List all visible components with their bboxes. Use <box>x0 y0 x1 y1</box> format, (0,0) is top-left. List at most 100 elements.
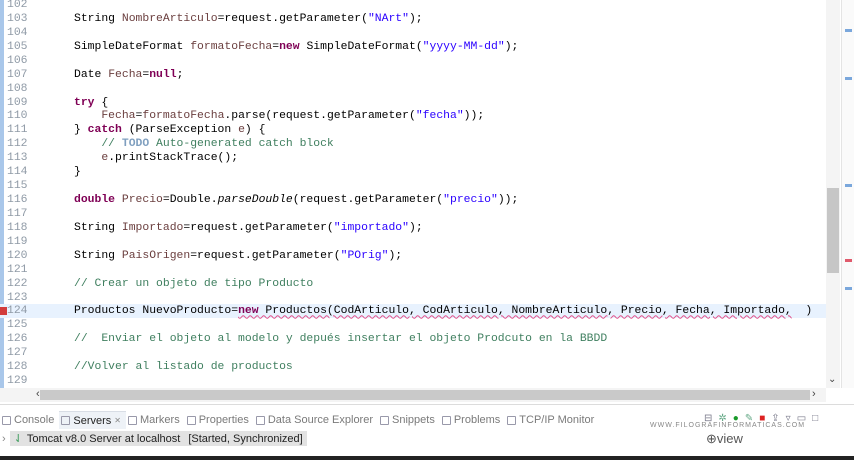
line-number: 126 <box>7 333 28 346</box>
code-token: // <box>74 138 122 151</box>
horizontal-scroll-thumb[interactable] <box>40 390 810 400</box>
code-line[interactable]: 118 String Importado=request.getParameter… <box>0 221 826 235</box>
code-line[interactable]: 124 Productos NuevoProducto=new Productos… <box>0 304 826 319</box>
code-token: PaisOrigen <box>121 249 191 262</box>
vertical-scrollbar[interactable]: ⌄ <box>826 0 840 388</box>
code-token: Importado <box>121 221 184 234</box>
horizontal-scrollbar[interactable]: ‹ › <box>0 388 826 402</box>
code-text: SimpleDateFormat formatoFecha=new Simple… <box>74 40 518 54</box>
code-token: String <box>74 221 122 234</box>
code-token: SimpleDateFormat <box>74 40 191 53</box>
code-line[interactable]: 125 <box>0 318 826 332</box>
code-text: Date Fecha=null; <box>74 68 183 82</box>
markers-icon <box>127 415 137 425</box>
expand-icon[interactable]: › <box>2 433 6 445</box>
tomcat-icon: ⇃ <box>13 433 23 445</box>
error-marker[interactable] <box>845 259 852 262</box>
line-number: 107 <box>7 68 28 81</box>
line-number: 103 <box>7 12 28 25</box>
code-line[interactable]: 117 <box>0 207 826 221</box>
code-token: // Crear un objeto de tipo Producto <box>74 277 314 290</box>
close-icon[interactable]: ✕ <box>114 416 121 425</box>
tab-data-source-explorer[interactable]: Data Source Explorer <box>254 411 378 429</box>
code-line[interactable]: 121 <box>0 263 826 277</box>
code-text: String NombreArticulo=request.getParamet… <box>74 12 423 26</box>
problems-icon <box>441 415 451 425</box>
code-line[interactable]: 106 <box>0 54 826 68</box>
code-token: =request.getParameter( <box>190 249 341 262</box>
code-token: Auto-generated catch block <box>149 138 334 151</box>
server-status: [Started, Synchronized] <box>188 432 303 445</box>
code-token: )); <box>497 194 519 207</box>
code-text: } catch (ParseException e) { <box>74 123 265 137</box>
code-line[interactable]: 110 Fecha=formatoFecha.parse(request.get… <box>0 109 826 123</box>
tab-label: Markers <box>139 414 180 426</box>
code-line[interactable]: 129 <box>0 374 826 388</box>
tab-label: Properties <box>198 414 249 426</box>
code-token: parseDouble <box>217 194 293 207</box>
code-line[interactable]: 102 <box>0 0 826 12</box>
code-line[interactable]: 111} catch (ParseException e) { <box>0 123 826 137</box>
tab-properties[interactable]: Properties <box>185 411 254 429</box>
vertical-scroll-thumb[interactable] <box>827 188 839 273</box>
code-line[interactable]: 104 <box>0 26 826 40</box>
code-line[interactable]: 120 String PaisOrigen=request.getParamete… <box>0 249 826 263</box>
code-token: Fecha <box>101 110 136 123</box>
code-line[interactable]: 128 //Volver al listado de productos <box>0 360 826 374</box>
watermark: WWW.FILOGRAFINFORMATICAS.COM <box>650 422 806 429</box>
code-token: null <box>149 68 177 81</box>
line-number: 129 <box>7 375 28 388</box>
code-text: e.printStackTrace(); <box>74 151 238 165</box>
scroll-right-icon[interactable]: › <box>812 388 816 400</box>
tab-servers[interactable]: Servers ✕ <box>59 411 126 429</box>
code-line[interactable]: 112 // TODO Auto-generated catch block <box>0 137 826 151</box>
tab-console[interactable]: Console <box>0 411 59 429</box>
code-token: )); <box>463 110 485 123</box>
error-icon[interactable] <box>0 307 7 316</box>
code-editor[interactable]: 102 103 String NombreArticulo=request.getP… <box>0 0 854 388</box>
code-line[interactable]: 114} <box>0 165 826 179</box>
tab-snippets[interactable]: Snippets <box>378 411 440 429</box>
annotation-marker[interactable] <box>845 287 852 290</box>
code-token: formatoFecha <box>190 40 273 53</box>
code-text: double Precio=Double.parseDouble(request… <box>74 193 518 207</box>
data-source-icon <box>255 415 265 425</box>
annotation-marker[interactable] <box>845 77 852 80</box>
server-name: Tomcat v8.0 Server at localhost <box>26 432 181 445</box>
tab-markers[interactable]: Markers <box>126 411 185 429</box>
code-token: =Double. <box>162 194 218 207</box>
code-line[interactable]: 115 <box>0 179 826 193</box>
code-token: Date <box>74 68 109 81</box>
code-token: Fecha <box>108 68 143 81</box>
scroll-left-icon[interactable]: ‹ <box>36 388 40 400</box>
code-line[interactable]: 126 // Enviar el objeto al modelo y depué… <box>0 332 826 346</box>
annotation-marker[interactable] <box>845 29 852 32</box>
code-token: SimpleDateFormat( <box>299 40 423 53</box>
code-line[interactable]: 113 e.printStackTrace(); <box>0 151 826 165</box>
code-line[interactable]: 107 Date Fecha=null; <box>0 68 826 82</box>
line-number: 113 <box>7 152 28 165</box>
server-row[interactable]: › ⇃ Tomcat v8.0 Server at localhost [Sta… <box>2 431 307 446</box>
code-token: try <box>74 96 95 109</box>
tab-tcp-ip-monitor[interactable]: TCP/IP Monitor <box>505 411 599 429</box>
code-line[interactable]: 109 try { <box>0 96 826 110</box>
code-line[interactable]: 119 <box>0 235 826 249</box>
code-line[interactable]: 123 <box>0 291 826 305</box>
overview-ruler[interactable] <box>841 0 854 388</box>
maximize-icon[interactable]: □ <box>812 413 818 424</box>
code-line[interactable]: 103 String NombreArticulo=request.getPara… <box>0 12 826 26</box>
annotation-marker[interactable] <box>845 184 852 187</box>
scroll-down-icon[interactable]: ⌄ <box>828 374 836 385</box>
code-line[interactable]: 105 SimpleDateFormat formatoFecha=new Sim… <box>0 40 826 54</box>
code-line[interactable]: 108 <box>0 82 826 96</box>
server-item[interactable]: ⇃ Tomcat v8.0 Server at localhost [Start… <box>9 431 307 446</box>
line-number: 122 <box>7 277 28 290</box>
line-number: 117 <box>7 207 28 220</box>
code-line[interactable]: 116 double Precio=Double.parseDouble(requ… <box>0 193 826 207</box>
tab-problems[interactable]: Problems <box>440 411 505 429</box>
code-token: } <box>74 166 81 179</box>
code-line[interactable]: 122 // Crear un objeto de tipo Producto <box>0 277 826 291</box>
code-token: e <box>238 124 245 137</box>
code-line[interactable]: 127 <box>0 346 826 360</box>
tab-label: Servers <box>73 414 112 427</box>
